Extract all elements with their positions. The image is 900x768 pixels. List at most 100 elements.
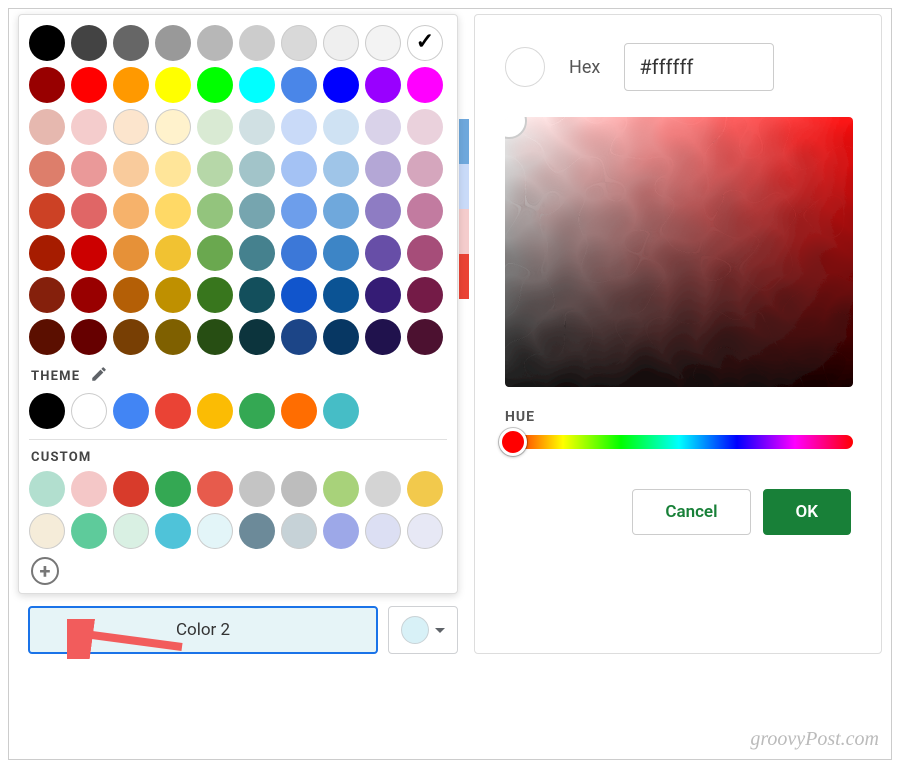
color-swatch[interactable] <box>29 109 65 145</box>
color-swatch[interactable] <box>365 513 401 549</box>
color-swatch[interactable] <box>239 319 275 355</box>
color-swatch[interactable] <box>29 277 65 313</box>
color-swatch[interactable] <box>281 25 317 61</box>
color-swatch[interactable] <box>323 109 359 145</box>
color-swatch[interactable] <box>365 319 401 355</box>
color-swatch[interactable] <box>155 151 191 187</box>
color-swatch[interactable] <box>239 67 275 103</box>
color-swatch[interactable] <box>113 25 149 61</box>
color-swatch[interactable] <box>197 193 233 229</box>
color-swatch[interactable] <box>113 193 149 229</box>
color-swatch[interactable] <box>365 151 401 187</box>
color-swatch[interactable] <box>155 319 191 355</box>
color-swatch[interactable] <box>71 25 107 61</box>
color-swatch[interactable] <box>407 67 443 103</box>
color-swatch[interactable] <box>407 513 443 549</box>
color-swatch[interactable] <box>155 513 191 549</box>
color-swatch[interactable] <box>407 25 443 61</box>
color-swatch[interactable] <box>29 193 65 229</box>
color-swatch[interactable] <box>239 393 275 429</box>
cancel-button[interactable]: Cancel <box>632 489 750 535</box>
color-swatch[interactable] <box>239 193 275 229</box>
color-swatch[interactable] <box>323 235 359 271</box>
color-swatch[interactable] <box>407 235 443 271</box>
color-swatch[interactable] <box>281 193 317 229</box>
hue-slider[interactable] <box>505 435 853 449</box>
color-swatch[interactable] <box>197 319 233 355</box>
color-2-chip[interactable]: Color 2 <box>28 606 378 654</box>
color-swatch[interactable] <box>71 277 107 313</box>
color-swatch[interactable] <box>71 393 107 429</box>
color-swatch[interactable] <box>29 513 65 549</box>
color-swatch[interactable] <box>155 193 191 229</box>
color-swatch[interactable] <box>113 235 149 271</box>
color-swatch[interactable] <box>407 109 443 145</box>
color-swatch[interactable] <box>113 277 149 313</box>
color-swatch[interactable] <box>71 193 107 229</box>
color-swatch[interactable] <box>323 151 359 187</box>
color-swatch[interactable] <box>323 319 359 355</box>
color-swatch[interactable] <box>407 277 443 313</box>
color-swatch[interactable] <box>113 67 149 103</box>
color-swatch[interactable] <box>365 67 401 103</box>
color-swatch[interactable] <box>197 471 233 507</box>
color-swatch[interactable] <box>197 277 233 313</box>
color-swatch[interactable] <box>323 513 359 549</box>
hue-slider-thumb[interactable] <box>499 428 527 456</box>
color-swatch[interactable] <box>113 513 149 549</box>
color-swatch[interactable] <box>113 151 149 187</box>
color-swatch[interactable] <box>113 109 149 145</box>
color-swatch[interactable] <box>365 471 401 507</box>
color-swatch[interactable] <box>281 471 317 507</box>
color-swatch[interactable] <box>239 151 275 187</box>
color-swatch[interactable] <box>71 513 107 549</box>
color-swatch[interactable] <box>197 393 233 429</box>
color-swatch[interactable] <box>239 109 275 145</box>
color-swatch[interactable] <box>29 319 65 355</box>
color-swatch[interactable] <box>323 193 359 229</box>
color-swatch[interactable] <box>155 471 191 507</box>
color-swatch[interactable] <box>281 319 317 355</box>
color-swatch[interactable] <box>239 513 275 549</box>
color-swatch[interactable] <box>197 513 233 549</box>
color-swatch[interactable] <box>281 513 317 549</box>
color-swatch[interactable] <box>71 235 107 271</box>
color-swatch[interactable] <box>239 277 275 313</box>
color-swatch[interactable] <box>197 67 233 103</box>
color-swatch[interactable] <box>281 393 317 429</box>
color-swatch[interactable] <box>323 67 359 103</box>
color-swatch[interactable] <box>71 319 107 355</box>
color-swatch[interactable] <box>281 277 317 313</box>
color-swatch[interactable] <box>323 277 359 313</box>
color-swatch[interactable] <box>323 471 359 507</box>
color-swatch[interactable] <box>155 235 191 271</box>
color-swatch[interactable] <box>407 319 443 355</box>
color-swatch[interactable] <box>113 393 149 429</box>
color-swatch[interactable] <box>71 151 107 187</box>
color-swatch[interactable] <box>29 235 65 271</box>
color-swatch[interactable] <box>29 25 65 61</box>
color-swatch[interactable] <box>323 25 359 61</box>
pencil-icon[interactable] <box>90 365 108 387</box>
color-swatch[interactable] <box>113 471 149 507</box>
color-swatch[interactable] <box>155 277 191 313</box>
color-swatch[interactable] <box>197 151 233 187</box>
color-swatch[interactable] <box>239 25 275 61</box>
color-swatch[interactable] <box>155 393 191 429</box>
color-swatch[interactable] <box>407 471 443 507</box>
color-swatch[interactable] <box>71 471 107 507</box>
color-swatch[interactable] <box>197 25 233 61</box>
color-swatch[interactable] <box>155 25 191 61</box>
color-swatch[interactable] <box>197 235 233 271</box>
color-swatch[interactable] <box>281 109 317 145</box>
color-2-swatch-dropdown[interactable] <box>388 606 458 654</box>
color-swatch[interactable] <box>155 67 191 103</box>
color-swatch[interactable] <box>281 67 317 103</box>
color-swatch[interactable] <box>365 193 401 229</box>
color-swatch[interactable] <box>29 151 65 187</box>
color-swatch[interactable] <box>365 277 401 313</box>
color-swatch[interactable] <box>113 319 149 355</box>
color-swatch[interactable] <box>71 67 107 103</box>
color-swatch[interactable] <box>281 151 317 187</box>
color-swatch[interactable] <box>29 471 65 507</box>
